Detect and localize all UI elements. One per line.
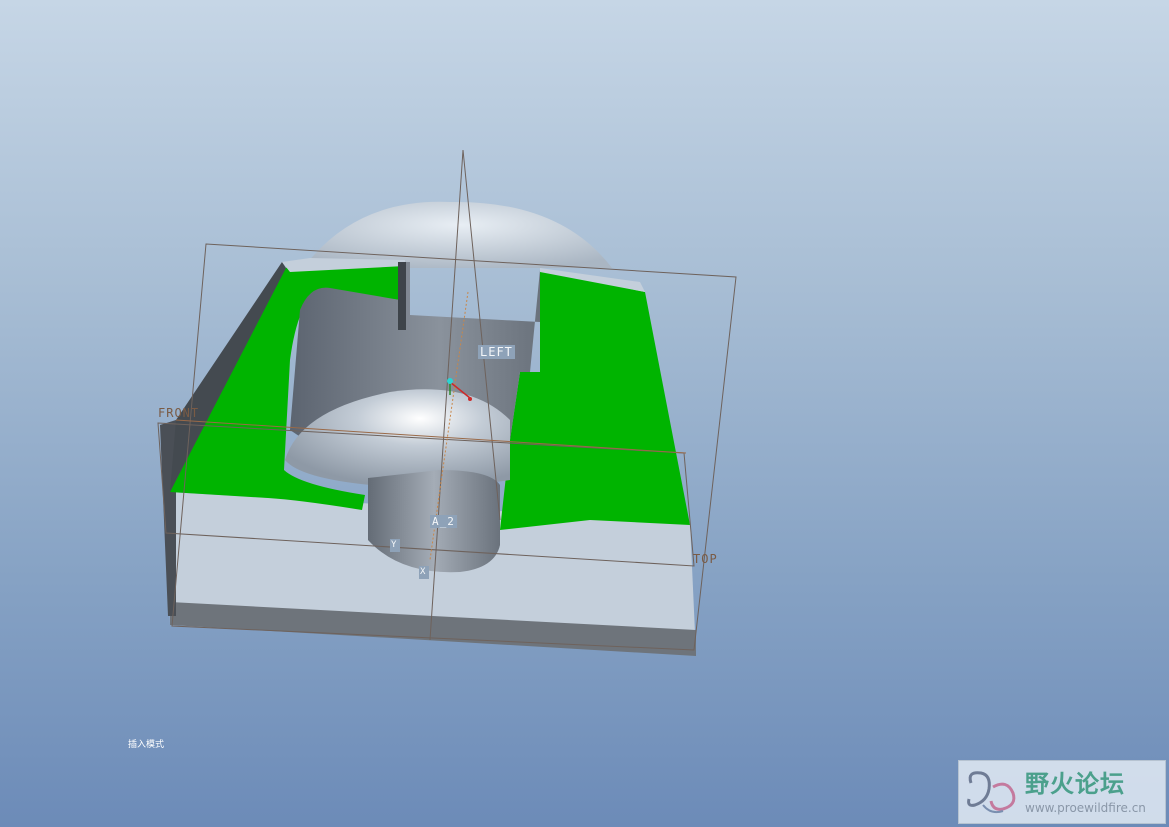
csys-x-label: X bbox=[420, 567, 427, 577]
outer-dome bbox=[308, 201, 612, 268]
green-surface-right bbox=[500, 270, 690, 530]
insert-mode-status: 插入模式 bbox=[128, 740, 165, 750]
slot-notch bbox=[398, 262, 406, 330]
watermark-title: 野火论坛 bbox=[1025, 770, 1125, 798]
datum-label-top[interactable]: TOP bbox=[693, 552, 718, 566]
watermark-logo-icon bbox=[967, 771, 1016, 814]
model-viewport[interactable]: FRONT LEFT TOP A_2 Y X bbox=[0, 0, 1169, 827]
datum-axis-label[interactable]: A_2 bbox=[430, 515, 457, 528]
datum-label-front[interactable]: FRONT bbox=[158, 406, 199, 420]
watermark-badge: 野火论坛 www.proewildfire.cn bbox=[958, 760, 1166, 824]
csys-y-label: Y bbox=[391, 540, 398, 550]
datum-label-left[interactable]: LEFT bbox=[478, 345, 515, 359]
watermark-url: www.proewildfire.cn bbox=[1025, 801, 1146, 815]
